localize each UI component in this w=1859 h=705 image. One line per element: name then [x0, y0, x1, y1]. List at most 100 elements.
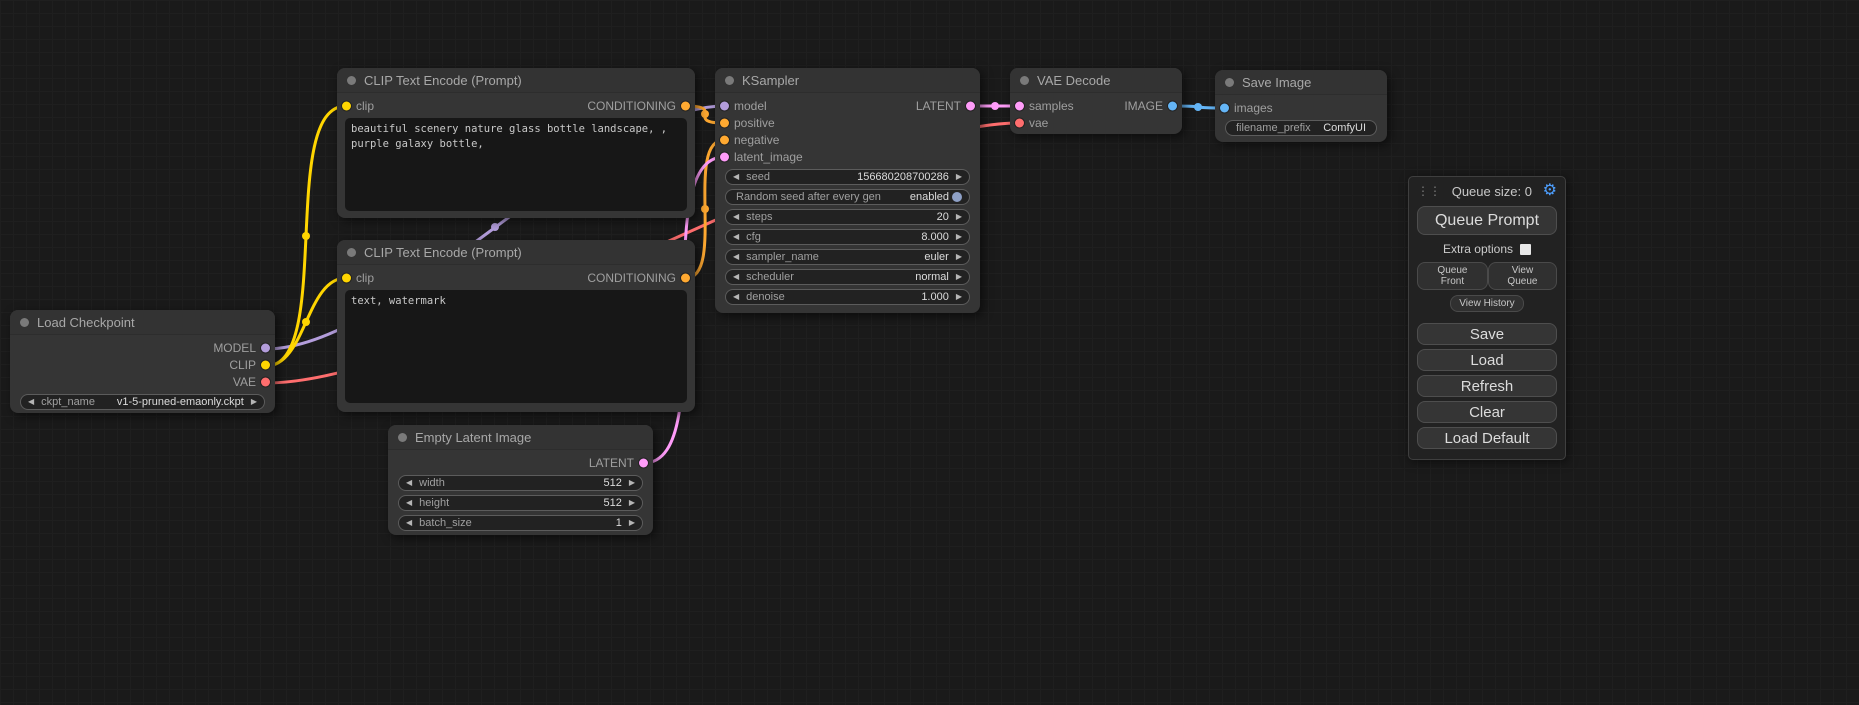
node-ksampler[interactable]: KSampler model LATENT positive negative … [715, 68, 980, 313]
increment-arrow-icon[interactable]: ▶ [956, 233, 962, 241]
negative-input-slot[interactable] [720, 135, 729, 144]
decrement-arrow-icon[interactable]: ◀ [733, 253, 739, 261]
width-widget[interactable]: ◀ width 512 ▶ [398, 475, 643, 491]
conditioning-output-slot[interactable] [681, 101, 690, 110]
clip-output-slot[interactable] [261, 360, 270, 369]
increment-arrow-icon[interactable]: ▶ [956, 293, 962, 301]
node-clip-text-encode-negative[interactable]: CLIP Text Encode (Prompt) clip CONDITION… [337, 240, 695, 412]
view-queue-button[interactable]: View Queue [1488, 262, 1557, 290]
clip-input-slot[interactable] [342, 101, 351, 110]
decrement-arrow-icon[interactable]: ◀ [406, 479, 412, 487]
node-title-bar[interactable]: Save Image [1215, 70, 1387, 95]
decrement-arrow-icon[interactable]: ◀ [733, 293, 739, 301]
widget-label: sampler_name [746, 251, 924, 263]
decrement-arrow-icon[interactable]: ◀ [733, 213, 739, 221]
vae-output-slot[interactable] [261, 377, 270, 386]
view-history-button[interactable]: View History [1450, 295, 1523, 312]
increment-arrow-icon[interactable]: ▶ [629, 519, 635, 527]
node-title-bar[interactable]: CLIP Text Encode (Prompt) [337, 240, 695, 265]
decrement-arrow-icon[interactable]: ◀ [733, 173, 739, 181]
node-collapse-dot[interactable] [725, 76, 734, 85]
widget-value: 512 [603, 477, 621, 489]
ckpt-name-widget[interactable]: ◀ ckpt_name v1-5-pruned-emaonly.ckpt ▶ [20, 394, 265, 410]
decrement-arrow-icon[interactable]: ◀ [733, 273, 739, 281]
decrement-arrow-icon[interactable]: ◀ [28, 398, 34, 406]
increment-arrow-icon[interactable]: ▶ [956, 253, 962, 261]
images-input-slot[interactable] [1220, 103, 1229, 112]
node-title-bar[interactable]: Load Checkpoint [10, 310, 275, 335]
node-title-bar[interactable]: VAE Decode [1010, 68, 1182, 93]
node-collapse-dot[interactable] [1020, 76, 1029, 85]
latent-image-input-slot[interactable] [720, 152, 729, 161]
node-empty-latent-image[interactable]: Empty Latent Image LATENT ◀ width 512 ▶ … [388, 425, 653, 535]
batch-size-widget[interactable]: ◀ batch_size 1 ▶ [398, 515, 643, 531]
random-seed-toggle-widget[interactable]: Random seed after every gen enabled [725, 189, 970, 205]
seed-widget[interactable]: ◀ seed 156680208700286 ▶ [725, 169, 970, 185]
extra-options-label: Extra options [1443, 242, 1513, 256]
node-collapse-dot[interactable] [1225, 78, 1234, 87]
conditioning-output-slot[interactable] [681, 273, 690, 282]
widget-value: 156680208700286 [857, 171, 949, 183]
increment-arrow-icon[interactable]: ▶ [956, 173, 962, 181]
height-widget[interactable]: ◀ height 512 ▶ [398, 495, 643, 511]
slot-label: CONDITIONING [587, 271, 676, 285]
widget-label: Random seed after every gen [736, 191, 910, 203]
decrement-arrow-icon[interactable]: ◀ [733, 233, 739, 241]
latent-output-slot[interactable] [966, 101, 975, 110]
load-button[interactable]: Load [1417, 349, 1557, 371]
scheduler-widget[interactable]: ◀ scheduler normal ▶ [725, 269, 970, 285]
view-history-row: View History [1417, 295, 1557, 312]
widget-label: width [419, 477, 603, 489]
node-collapse-dot[interactable] [20, 318, 29, 327]
node-collapse-dot[interactable] [347, 76, 356, 85]
cfg-widget[interactable]: ◀ cfg 8.000 ▶ [725, 229, 970, 245]
queue-prompt-button[interactable]: Queue Prompt [1417, 206, 1557, 235]
model-input-slot[interactable] [720, 101, 729, 110]
decrement-arrow-icon[interactable]: ◀ [406, 519, 412, 527]
clip-input-slot[interactable] [342, 273, 351, 282]
load-default-button[interactable]: Load Default [1417, 427, 1557, 449]
steps-widget[interactable]: ◀ steps 20 ▶ [725, 209, 970, 225]
node-collapse-dot[interactable] [398, 433, 407, 442]
widget-label: filename_prefix [1236, 122, 1323, 134]
widget-label: seed [746, 171, 857, 183]
latent-output-slot[interactable] [639, 458, 648, 467]
queue-front-button[interactable]: Queue Front [1417, 262, 1488, 290]
node-title-bar[interactable]: Empty Latent Image [388, 425, 653, 450]
node-title: Load Checkpoint [37, 315, 135, 330]
prompt-textarea[interactable]: text, watermark [345, 290, 687, 403]
drag-handle-icon[interactable]: ⋮⋮ [1417, 184, 1441, 198]
node-title-bar[interactable]: CLIP Text Encode (Prompt) [337, 68, 695, 93]
wire-midpoint-dot [491, 223, 499, 231]
node-graph-canvas[interactable]: Load Checkpoint MODEL CLIP VAE ◀ ckpt_na… [0, 0, 1859, 705]
node-collapse-dot[interactable] [347, 248, 356, 257]
node-title-bar[interactable]: KSampler [715, 68, 980, 93]
slot-row: samples IMAGE [1010, 97, 1182, 114]
positive-input-slot[interactable] [720, 118, 729, 127]
node-save-image[interactable]: Save Image images filename_prefix ComfyU… [1215, 70, 1387, 142]
node-clip-text-encode-positive[interactable]: CLIP Text Encode (Prompt) clip CONDITION… [337, 68, 695, 218]
save-button[interactable]: Save [1417, 323, 1557, 345]
model-output-slot[interactable] [261, 343, 270, 352]
increment-arrow-icon[interactable]: ▶ [251, 398, 257, 406]
toggle-dot[interactable] [952, 192, 962, 202]
filename-prefix-widget[interactable]: filename_prefix ComfyUI [1225, 120, 1377, 136]
increment-arrow-icon[interactable]: ▶ [956, 273, 962, 281]
extra-options-checkbox[interactable] [1520, 244, 1531, 255]
image-output-slot[interactable] [1168, 101, 1177, 110]
node-vae-decode[interactable]: VAE Decode samples IMAGE vae [1010, 68, 1182, 134]
decrement-arrow-icon[interactable]: ◀ [406, 499, 412, 507]
node-title: CLIP Text Encode (Prompt) [364, 245, 522, 260]
settings-gear-icon[interactable]: ⚙ [1543, 183, 1557, 199]
increment-arrow-icon[interactable]: ▶ [629, 499, 635, 507]
denoise-widget[interactable]: ◀ denoise 1.000 ▶ [725, 289, 970, 305]
increment-arrow-icon[interactable]: ▶ [629, 479, 635, 487]
node-load-checkpoint[interactable]: Load Checkpoint MODEL CLIP VAE ◀ ckpt_na… [10, 310, 275, 413]
sampler-name-widget[interactable]: ◀ sampler_name euler ▶ [725, 249, 970, 265]
prompt-textarea[interactable]: beautiful scenery nature glass bottle la… [345, 118, 687, 211]
clear-button[interactable]: Clear [1417, 401, 1557, 423]
refresh-button[interactable]: Refresh [1417, 375, 1557, 397]
vae-input-slot[interactable] [1015, 118, 1024, 127]
increment-arrow-icon[interactable]: ▶ [956, 213, 962, 221]
samples-input-slot[interactable] [1015, 101, 1024, 110]
